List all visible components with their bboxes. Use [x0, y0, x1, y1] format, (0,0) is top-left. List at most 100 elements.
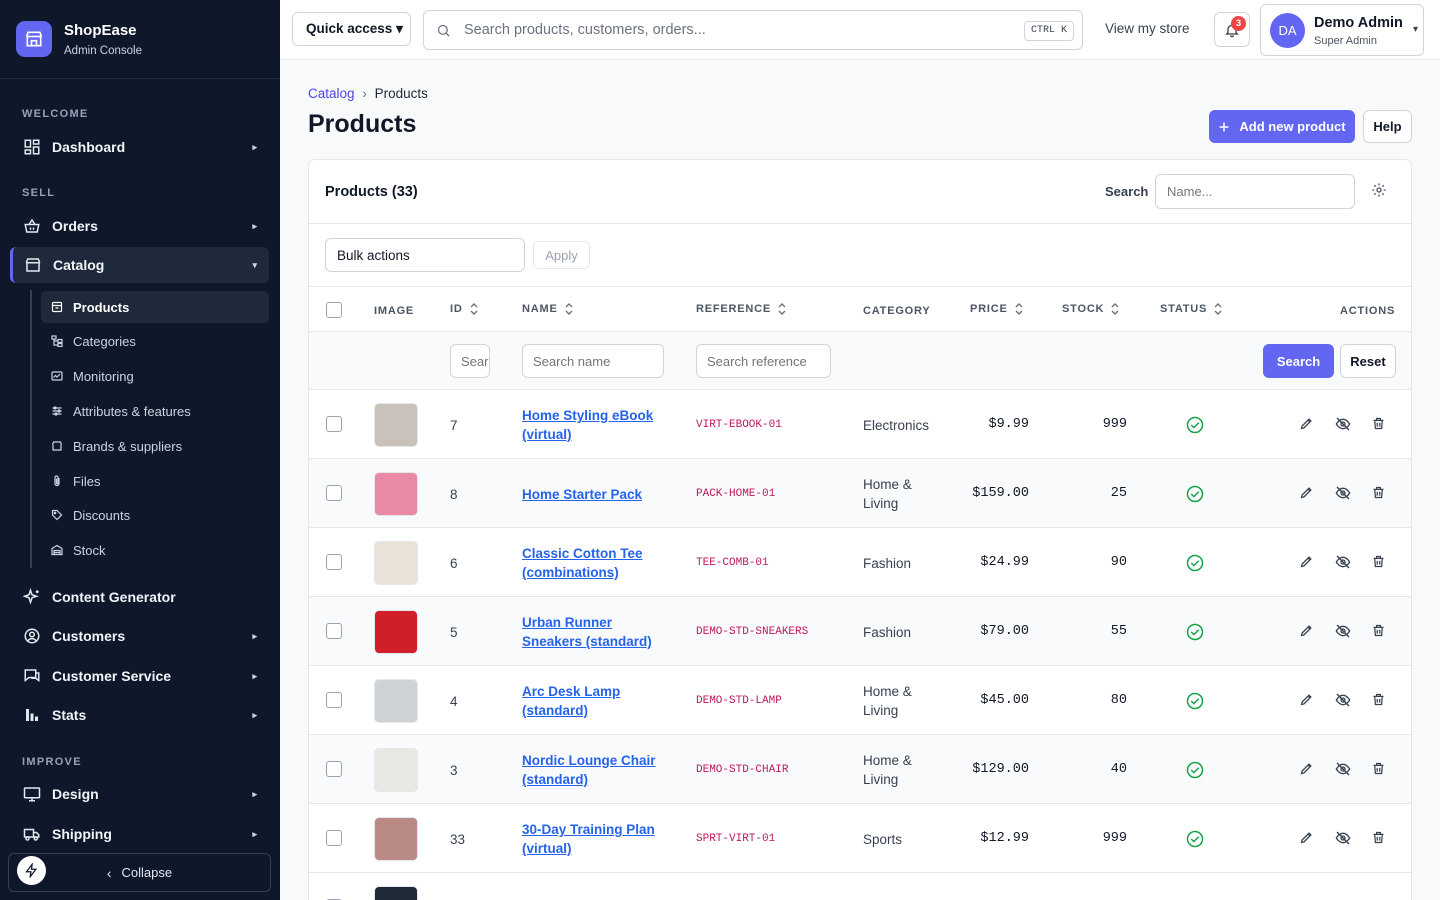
sidebar-subitem-label: Discounts	[73, 507, 131, 523]
eye-off-icon[interactable]	[1335, 623, 1351, 644]
row-checkbox[interactable]	[326, 554, 342, 570]
trash-icon[interactable]	[1371, 554, 1386, 574]
status-active-icon[interactable]	[1186, 830, 1204, 853]
sidebar-subitem-stock[interactable]: Stock	[41, 534, 269, 566]
trash-icon[interactable]	[1371, 416, 1386, 436]
product-name-link[interactable]: Nordic Lounge Chair (standard)	[522, 751, 672, 789]
table-header: IMAGE ID NAME REFERENCE CATEGORY PRICE S…	[309, 287, 1411, 332]
gear-icon[interactable]	[1371, 182, 1387, 198]
filter-search-button[interactable]: Search	[1263, 344, 1334, 378]
table-row: 5 Urban Runner Sneakers (standard) DEMO-ST…	[309, 597, 1411, 666]
sidebar-item-design[interactable]: Design ▸	[10, 776, 269, 812]
trash-icon[interactable]	[1371, 830, 1386, 850]
status-active-icon[interactable]	[1186, 692, 1204, 715]
header-price[interactable]: PRICE	[970, 303, 1023, 315]
edit-icon[interactable]	[1299, 623, 1314, 643]
filter-reset-button[interactable]: Reset	[1340, 344, 1396, 378]
header-name[interactable]: NAME	[522, 303, 573, 315]
header-stock[interactable]: STOCK	[1062, 303, 1119, 315]
trash-icon[interactable]	[1371, 761, 1386, 781]
sidebar-item-label: Customers	[52, 628, 126, 644]
sidebar-subitem-categories[interactable]: Categories	[41, 325, 269, 357]
header-id[interactable]: ID	[450, 303, 478, 315]
bulk-actions-select[interactable]: Bulk actions	[325, 238, 525, 272]
header-status[interactable]: STATUS	[1160, 303, 1222, 315]
sidebar-subitem-monitoring[interactable]: Monitoring	[41, 360, 269, 392]
trash-icon[interactable]	[1371, 623, 1386, 643]
breadcrumb-catalog-link[interactable]: Catalog	[308, 86, 355, 101]
sidebar-subitem-label: Products	[73, 299, 130, 315]
select-all-checkbox[interactable]	[326, 302, 342, 318]
apply-button[interactable]: Apply	[533, 241, 590, 269]
name-search-input[interactable]	[1155, 174, 1355, 209]
sidebar-subitem-attributes[interactable]: Attributes & features	[41, 395, 269, 427]
row-checkbox[interactable]	[326, 830, 342, 846]
bolt-icon[interactable]	[17, 856, 46, 885]
sidebar-item-catalog[interactable]: Catalog ▾	[10, 247, 269, 283]
eye-off-icon[interactable]	[1335, 830, 1351, 851]
edit-icon[interactable]	[1299, 416, 1314, 436]
product-name-link[interactable]: Urban Runner Sneakers (standard)	[522, 613, 672, 651]
sidebar-subitem-brands[interactable]: Brands & suppliers	[41, 430, 269, 462]
row-checkbox[interactable]	[326, 692, 342, 708]
status-active-icon[interactable]	[1186, 623, 1204, 646]
id-filter-input[interactable]	[450, 344, 490, 378]
reference-filter-input[interactable]	[696, 344, 831, 378]
trash-icon[interactable]	[1371, 485, 1386, 505]
view-store-link[interactable]: View my store	[1105, 21, 1190, 36]
edit-icon[interactable]	[1299, 554, 1314, 574]
row-checkbox[interactable]	[326, 416, 342, 432]
product-name-link[interactable]: 30-Day Training Plan (virtual)	[522, 820, 672, 858]
eye-off-icon[interactable]	[1335, 761, 1351, 782]
quick-access-button[interactable]: Quick access ▾	[292, 12, 411, 46]
collapse-button[interactable]: ‹ Collapse	[8, 853, 271, 892]
sidebar-item-customer-service[interactable]: Customer Service ▸	[10, 658, 269, 694]
product-name-link[interactable]: Home Starter Pack	[522, 485, 672, 504]
status-active-icon[interactable]	[1186, 485, 1204, 508]
product-price: $79.00	[980, 624, 1029, 639]
eye-off-icon[interactable]	[1335, 416, 1351, 437]
status-active-icon[interactable]	[1186, 761, 1204, 784]
edit-icon[interactable]	[1299, 485, 1314, 505]
header-name-label: NAME	[522, 303, 558, 315]
sidebar-subitem-products[interactable]: Products	[41, 291, 269, 323]
help-button[interactable]: Help	[1363, 110, 1412, 143]
global-search-input[interactable]: Search products, customers, orders... CT…	[423, 10, 1083, 50]
sidebar-item-shipping[interactable]: Shipping ▸	[10, 816, 269, 852]
sidebar-subitem-label: Categories	[73, 333, 136, 349]
status-active-icon[interactable]	[1186, 554, 1204, 577]
sidebar-item-stats[interactable]: Stats ▸	[10, 697, 269, 733]
product-id: 4	[450, 694, 458, 709]
edit-icon[interactable]	[1299, 692, 1314, 712]
product-name-link[interactable]: Arc Desk Lamp (standard)	[522, 682, 672, 720]
eye-off-icon[interactable]	[1335, 485, 1351, 506]
eye-off-icon[interactable]	[1335, 692, 1351, 713]
row-checkbox[interactable]	[326, 485, 342, 501]
edit-icon[interactable]	[1299, 761, 1314, 781]
row-checkbox[interactable]	[326, 623, 342, 639]
product-price: $159.00	[972, 486, 1029, 501]
notifications-button[interactable]: 3	[1214, 12, 1250, 47]
sidebar-item-orders[interactable]: Orders ▸	[10, 208, 269, 244]
add-product-button[interactable]: Add new product	[1209, 110, 1355, 143]
product-name-link[interactable]: Home Styling eBook (virtual)	[522, 406, 672, 444]
trash-icon[interactable]	[1371, 692, 1386, 712]
user-menu[interactable]: DA Demo Admin Super Admin ▾	[1260, 4, 1424, 56]
eye-off-icon[interactable]	[1335, 554, 1351, 575]
section-sell: SELL	[22, 187, 56, 199]
header-reference[interactable]: REFERENCE	[696, 303, 786, 315]
header-actions: ACTIONS	[1340, 305, 1396, 317]
sidebar-subitem-discounts[interactable]: Discounts	[41, 499, 269, 531]
row-checkbox[interactable]	[326, 761, 342, 777]
product-name-link[interactable]: Classic Cotton Tee (combinations)	[522, 544, 672, 582]
edit-icon[interactable]	[1299, 830, 1314, 850]
status-active-icon[interactable]	[1186, 416, 1204, 439]
sidebar-item-dashboard[interactable]: Dashboard ▸	[10, 129, 269, 165]
sidebar-subitem-label: Monitoring	[73, 368, 134, 384]
search-placeholder: Search products, customers, orders...	[464, 22, 706, 38]
sidebar-item-customers[interactable]: Customers ▸	[10, 618, 269, 654]
product-thumbnail	[374, 817, 418, 861]
name-filter-input[interactable]	[522, 344, 664, 378]
sidebar-item-content-generator[interactable]: Content Generator	[10, 579, 269, 615]
sidebar-subitem-files[interactable]: Files	[41, 465, 269, 497]
